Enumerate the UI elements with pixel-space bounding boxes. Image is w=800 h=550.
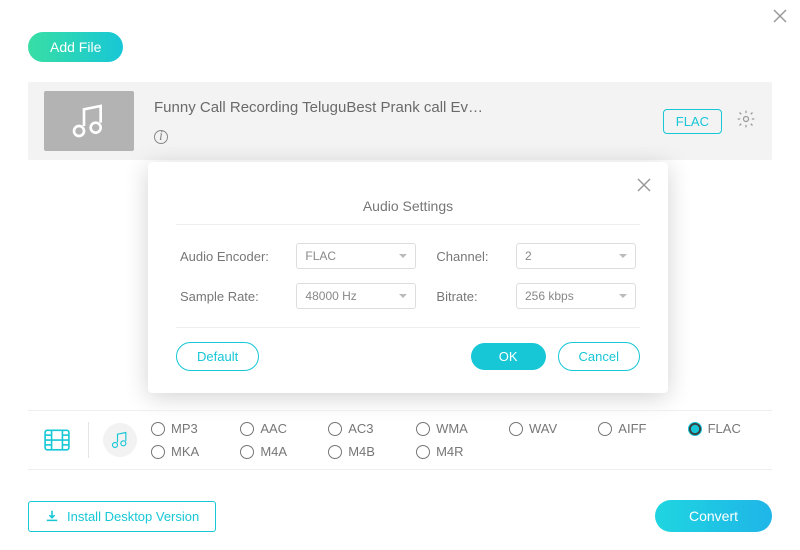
music-note-icon <box>69 101 109 141</box>
format-label: FLAC <box>708 421 741 436</box>
format-label: MKA <box>171 444 199 459</box>
channel-label: Channel: <box>436 249 496 264</box>
encoder-value: FLAC <box>305 249 336 263</box>
install-label: Install Desktop Version <box>67 509 199 524</box>
format-m4r[interactable]: M4R <box>416 444 487 459</box>
format-label: AAC <box>260 421 287 436</box>
format-radios: MP3 AAC AC3 WMA WAV AIFF FLAC MKA M4A M4… <box>151 421 760 459</box>
samplerate-label: Sample Rate: <box>180 289 276 304</box>
bitrate-select[interactable]: 256 kbps <box>516 283 636 309</box>
samplerate-value: 48000 Hz <box>305 289 356 303</box>
file-thumbnail <box>44 91 134 151</box>
format-label: M4B <box>348 444 375 459</box>
chevron-down-icon <box>619 294 627 298</box>
file-title: Funny Call Recording TeluguBest Prank ca… <box>154 99 663 116</box>
ok-button[interactable]: OK <box>471 343 546 370</box>
download-icon <box>45 509 59 523</box>
format-mka[interactable]: MKA <box>151 444 218 459</box>
gear-icon[interactable] <box>736 109 756 134</box>
file-row: Funny Call Recording TeluguBest Prank ca… <box>28 82 772 160</box>
format-label: WMA <box>436 421 468 436</box>
samplerate-select[interactable]: 48000 Hz <box>296 283 416 309</box>
format-wav[interactable]: WAV <box>509 421 576 436</box>
convert-button[interactable]: Convert <box>655 500 772 532</box>
chevron-down-icon <box>399 294 407 298</box>
format-badge[interactable]: FLAC <box>663 109 722 134</box>
format-m4a[interactable]: M4A <box>240 444 306 459</box>
format-label: AC3 <box>348 421 373 436</box>
format-ac3[interactable]: AC3 <box>328 421 394 436</box>
format-label: M4A <box>260 444 287 459</box>
format-label: AIFF <box>618 421 646 436</box>
video-category-icon[interactable] <box>40 423 74 457</box>
divider <box>88 422 89 458</box>
chevron-down-icon <box>619 254 627 258</box>
format-m4b[interactable]: M4B <box>328 444 394 459</box>
modal-title: Audio Settings <box>176 198 640 214</box>
channel-value: 2 <box>525 249 532 263</box>
cancel-button[interactable]: Cancel <box>558 342 640 371</box>
bitrate-label: Bitrate: <box>436 289 496 304</box>
divider <box>176 224 640 225</box>
channel-select[interactable]: 2 <box>516 243 636 269</box>
default-button[interactable]: Default <box>176 342 259 371</box>
bitrate-value: 256 kbps <box>525 289 574 303</box>
format-aiff[interactable]: AIFF <box>598 421 665 436</box>
format-mp3[interactable]: MP3 <box>151 421 218 436</box>
modal-close-icon[interactable] <box>636 176 652 199</box>
encoder-select[interactable]: FLAC <box>296 243 416 269</box>
install-desktop-button[interactable]: Install Desktop Version <box>28 501 216 532</box>
format-label: M4R <box>436 444 463 459</box>
footer: Install Desktop Version Convert <box>28 500 772 532</box>
encoder-label: Audio Encoder: <box>180 249 276 264</box>
format-label: MP3 <box>171 421 198 436</box>
window-close-icon[interactable] <box>772 8 788 29</box>
audio-settings-modal: Audio Settings Audio Encoder: FLAC Chann… <box>148 162 668 393</box>
format-wma[interactable]: WMA <box>416 421 487 436</box>
format-flac[interactable]: FLAC <box>688 421 760 436</box>
info-icon[interactable]: i <box>154 130 168 144</box>
format-bar: MP3 AAC AC3 WMA WAV AIFF FLAC MKA M4A M4… <box>28 410 772 470</box>
format-label: WAV <box>529 421 557 436</box>
chevron-down-icon <box>399 254 407 258</box>
audio-category-icon[interactable] <box>103 423 137 457</box>
divider <box>176 327 640 328</box>
format-aac[interactable]: AAC <box>240 421 306 436</box>
add-file-button[interactable]: Add File <box>28 32 123 62</box>
